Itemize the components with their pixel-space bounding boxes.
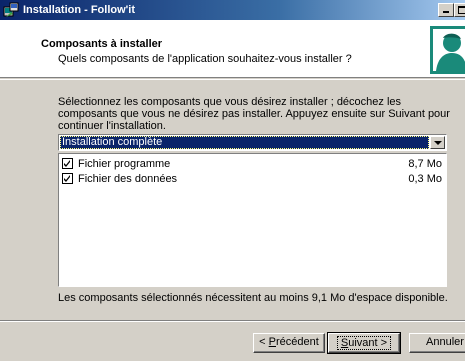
checkmark-icon: [64, 160, 70, 167]
cancel-button[interactable]: Annuler: [409, 333, 465, 353]
install-type-select[interactable]: Installation complète: [58, 134, 447, 151]
previous-button[interactable]: < Précédent: [253, 333, 325, 353]
app-logo-icon: [430, 26, 465, 74]
page-title: Composants à installer: [41, 38, 163, 50]
chevron-down-icon: [434, 141, 442, 145]
component-checkbox[interactable]: [62, 158, 73, 169]
wizard-header: Composants à installer Quels composants …: [0, 20, 465, 78]
cancel-button-label: Annuler: [426, 336, 464, 348]
components-list: Fichier programme 8,7 Mo Fichier des don…: [58, 153, 447, 287]
window-title: Installation - Follow'it: [23, 4, 135, 16]
list-item[interactable]: Fichier programme 8,7 Mo: [62, 157, 442, 170]
next-button-focus: Suivant >: [336, 336, 392, 350]
installer-window: Installation - Follow'it Composants à in…: [0, 0, 465, 361]
previous-button-label: récédent: [276, 336, 319, 348]
next-button-label: uivant >: [348, 337, 388, 349]
previous-button-prefix: <: [259, 336, 269, 348]
checkmark-icon: [64, 175, 70, 182]
instructions-text: Sélectionnez les composants que vous dés…: [58, 96, 450, 132]
maximize-icon: [458, 6, 465, 14]
minimize-button[interactable]: [438, 3, 454, 17]
component-size: 0,3 Mo: [408, 172, 442, 185]
install-type-value: Installation complète: [60, 136, 429, 149]
dropdown-button[interactable]: [430, 136, 445, 149]
previous-button-accel: P: [268, 336, 276, 348]
footer-divider-highlight: [0, 321, 465, 322]
list-item[interactable]: Fichier des données 0,3 Mo: [62, 172, 442, 185]
setup-app-icon: [3, 2, 19, 18]
component-label: Fichier des données: [78, 172, 178, 185]
next-button[interactable]: Suivant >: [327, 332, 401, 354]
page-subtitle: Quels composants de l'application souhai…: [58, 53, 352, 65]
component-size: 8,7 Mo: [408, 157, 442, 170]
maximize-button[interactable]: [454, 3, 465, 17]
title-bar[interactable]: Installation - Follow'it: [0, 0, 465, 20]
header-divider: [0, 79, 465, 80]
component-label: Fichier programme: [78, 157, 171, 170]
component-checkbox[interactable]: [62, 173, 73, 184]
minimize-icon: [443, 11, 449, 13]
disk-space-requirement: Les composants sélectionnés nécessitent …: [58, 292, 448, 304]
